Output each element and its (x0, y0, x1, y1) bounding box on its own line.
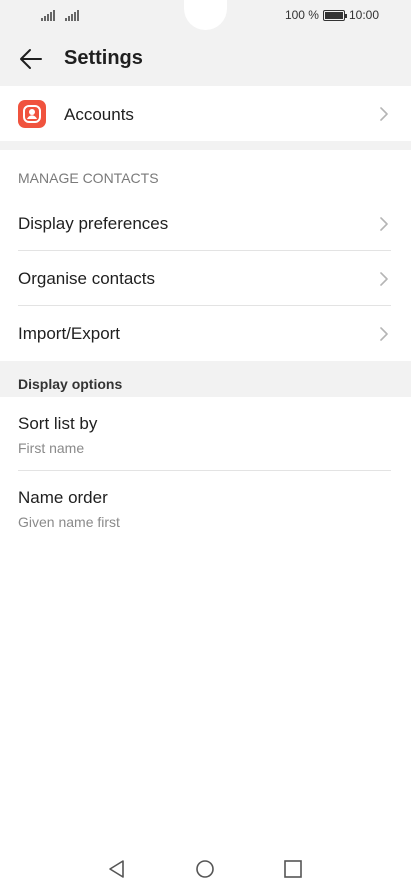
battery-percent: 100 % (284, 8, 319, 22)
status-bar: 100 % 10:00 (0, 0, 411, 32)
arrow-left-icon[interactable] (18, 46, 44, 72)
circle-home-icon[interactable] (195, 859, 215, 879)
clock: 10:00 (348, 8, 379, 22)
status-right: 100 % 10:00 (285, 8, 379, 22)
import-export-row[interactable]: Import/Export (0, 306, 411, 361)
chevron-right-icon (380, 217, 388, 231)
app-header: Settings (0, 32, 411, 86)
section-heading-display-options: Display options (18, 376, 123, 392)
name-order-row[interactable]: Name order Given name first (0, 471, 411, 543)
chevron-right-icon (380, 272, 388, 286)
chevron-right-icon (380, 327, 388, 341)
name-order-label: Name order (18, 488, 108, 507)
system-nav-bar (0, 845, 411, 892)
name-order-value: Given name first (18, 514, 120, 530)
sort-list-by-row[interactable]: Sort list by First name (0, 397, 411, 469)
organise-contacts-label: Organise contacts (18, 269, 156, 288)
display-preferences-label: Display preferences (18, 214, 169, 233)
page-title: Settings (64, 47, 143, 69)
display-preferences-row[interactable]: Display preferences (0, 196, 411, 251)
section-spacer (0, 141, 411, 150)
accounts-row[interactable]: Accounts (0, 86, 411, 141)
contacts-app-icon (18, 100, 46, 128)
organise-contacts-row[interactable]: Organise contacts (0, 251, 411, 306)
sort-list-by-label: Sort list by (18, 414, 98, 433)
sort-list-by-value: First name (18, 440, 85, 456)
signal-icon (65, 9, 79, 21)
section-heading-manage-contacts: MANAGE CONTACTS (18, 170, 159, 186)
import-export-label: Import/Export (18, 324, 121, 343)
triangle-back-icon[interactable] (107, 859, 127, 879)
square-recents-icon[interactable] (283, 859, 303, 879)
chevron-right-icon (380, 107, 388, 121)
camera-notch (184, 0, 227, 30)
signal-icon (41, 9, 55, 21)
display-options-band: Display options (0, 361, 411, 397)
battery-icon (322, 9, 347, 21)
accounts-label: Accounts (64, 105, 134, 124)
